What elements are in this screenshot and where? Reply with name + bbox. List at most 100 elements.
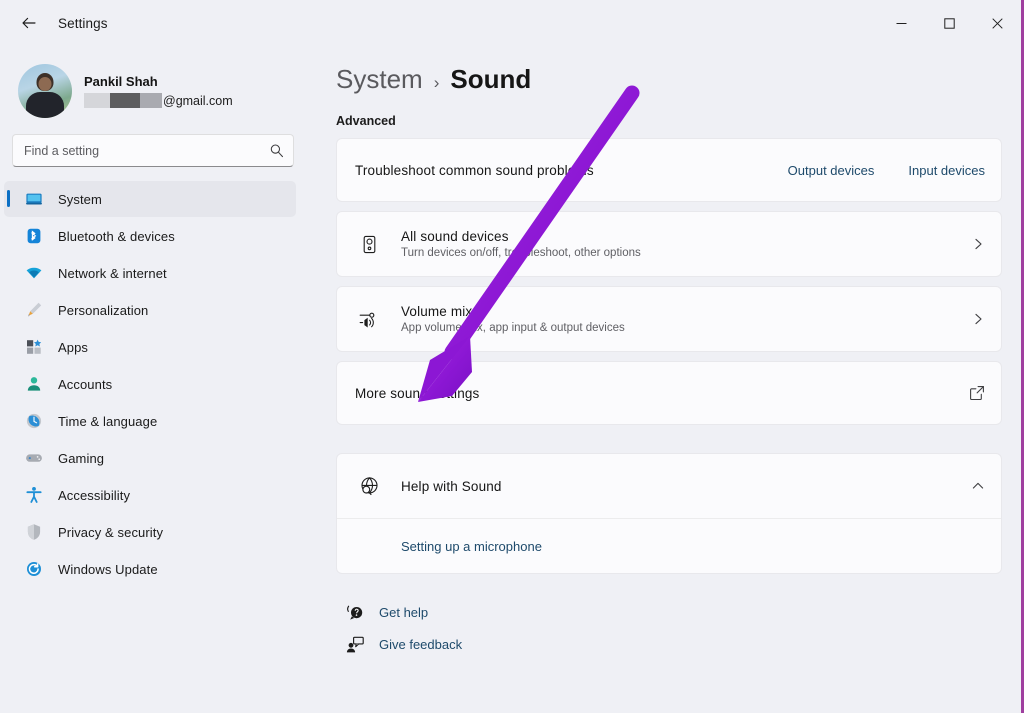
card-more-sound-settings: More sound settings: [336, 361, 1002, 425]
footer-links: Get help Give feedback: [336, 596, 1002, 660]
give-feedback-label: Give feedback: [379, 636, 463, 652]
sidebar-item-label: Personalization: [58, 302, 149, 318]
profile-section[interactable]: Pankil Shah @gmail.com: [0, 46, 310, 122]
sidebar-item-privacy-security[interactable]: Privacy & security: [4, 514, 296, 550]
paintbrush-icon: [24, 300, 44, 320]
search-input[interactable]: [13, 143, 293, 158]
close-button[interactable]: [973, 0, 1021, 46]
row-troubleshoot: Troubleshoot common sound problems Outpu…: [337, 139, 1001, 201]
title-bar: Settings: [0, 0, 1021, 46]
email-redaction-block: [110, 93, 140, 108]
input-devices-link[interactable]: Input devices: [908, 163, 985, 178]
volume-mixer-icon: [355, 308, 383, 331]
sidebar-item-accessibility[interactable]: Accessibility: [4, 477, 296, 513]
profile-name: Pankil Shah: [84, 74, 158, 89]
sidebar-item-label: System: [58, 191, 102, 207]
sidebar-item-label: Windows Update: [58, 561, 158, 577]
sidebar-item-label: Gaming: [58, 450, 105, 466]
wifi-icon: [24, 263, 44, 283]
sidebar-item-label: Privacy & security: [58, 524, 164, 540]
search-box[interactable]: [12, 134, 294, 167]
minimize-button[interactable]: [877, 0, 925, 46]
volume-mixer-subtitle: App volume mix, app input & output devic…: [401, 322, 625, 334]
sidebar-item-windows-update[interactable]: Windows Update: [4, 551, 296, 587]
row-more-sound-settings[interactable]: More sound settings: [337, 362, 1001, 424]
clock-globe-icon: [24, 411, 44, 431]
sidebar: Pankil Shah @gmail.com Find a setting Sy…: [0, 46, 310, 713]
email-redaction-block: [84, 93, 110, 108]
all-sound-devices-title: All sound devices: [401, 229, 509, 244]
app-title: Settings: [58, 15, 108, 31]
gamepad-icon: [24, 448, 44, 468]
profile-email: @gmail.com: [84, 93, 233, 108]
troubleshoot-links: Output devices Input devices: [788, 163, 985, 178]
setting-up-a-microphone-link[interactable]: Setting up a microphone: [401, 539, 542, 554]
card-troubleshoot: Troubleshoot common sound problems Outpu…: [336, 138, 1002, 202]
get-help-label: Get help: [379, 604, 429, 620]
avatar: [18, 64, 72, 118]
troubleshoot-title: Troubleshoot common sound problems: [355, 162, 594, 178]
sidebar-item-bluetooth-devices[interactable]: Bluetooth & devices: [4, 218, 296, 254]
sidebar-item-time-language[interactable]: Time & language: [4, 403, 296, 439]
volume-mixer-title: Volume mixer: [401, 304, 485, 319]
sidebar-item-system[interactable]: System: [4, 181, 296, 217]
speaker-icon: [355, 234, 383, 255]
card-help-with-sound: Help with Sound Setting up a microphone: [336, 453, 1002, 574]
breadcrumb-parent[interactable]: System: [336, 64, 423, 95]
chevron-right-icon: [971, 237, 985, 251]
card-all-sound-devices: All sound devices Turn devices on/off, t…: [336, 211, 1002, 277]
sidebar-item-label: Accessibility: [58, 487, 131, 503]
back-arrow-icon: [20, 14, 38, 32]
sidebar-item-gaming[interactable]: Gaming: [4, 440, 296, 476]
shield-icon: [24, 522, 44, 542]
section-header-advanced: Advanced: [336, 114, 396, 128]
external-link-icon: [969, 385, 985, 401]
sidebar-nav: System Bluetooth & devices Network & int…: [0, 181, 310, 587]
email-domain: @gmail.com: [163, 93, 233, 108]
maximize-button[interactable]: [925, 0, 973, 46]
sidebar-item-label: Time & language: [58, 413, 158, 429]
profile-text: Pankil Shah @gmail.com: [84, 74, 233, 108]
row-volume-mixer[interactable]: Volume mixer App volume mix, app input &…: [337, 287, 1001, 351]
bluetooth-icon: [24, 226, 44, 246]
sidebar-item-apps[interactable]: Apps: [4, 329, 296, 365]
back-button[interactable]: [12, 7, 46, 39]
help-sub-row: Setting up a microphone: [337, 518, 1001, 573]
row-help-with-sound[interactable]: Help with Sound: [337, 454, 1001, 518]
apps-icon: [24, 337, 44, 357]
sidebar-item-accounts[interactable]: Accounts: [4, 366, 296, 402]
output-devices-link[interactable]: Output devices: [788, 163, 875, 178]
breadcrumb-separator-icon: ›: [433, 73, 440, 92]
search-icon: [269, 143, 284, 163]
sidebar-item-label: Bluetooth & devices: [58, 228, 175, 244]
all-sound-devices-subtitle: Turn devices on/off, troubleshoot, other…: [401, 247, 641, 259]
breadcrumb: System › Sound: [336, 58, 1002, 95]
globe-search-icon: [355, 475, 383, 498]
page-title: Sound: [450, 64, 532, 94]
sidebar-item-personalization[interactable]: Personalization: [4, 292, 296, 328]
window-controls: [877, 0, 1021, 46]
feedback-person-icon: [344, 635, 366, 654]
person-icon: [24, 374, 44, 394]
accessibility-icon: [24, 485, 44, 505]
monitor-icon: [24, 189, 44, 209]
sidebar-item-label: Accounts: [58, 376, 113, 392]
sidebar-item-label: Network & internet: [58, 265, 167, 281]
chevron-up-icon[interactable]: [971, 479, 985, 493]
help-texts: Help with Sound: [401, 479, 502, 494]
update-icon: [24, 559, 44, 579]
more-sound-settings-title: More sound settings: [355, 385, 480, 401]
row-all-sound-devices[interactable]: All sound devices Turn devices on/off, t…: [337, 212, 1001, 276]
volume-mixer-texts: Volume mixer App volume mix, app input &…: [401, 304, 625, 334]
chevron-right-icon: [971, 312, 985, 326]
sidebar-item-label: Apps: [58, 339, 89, 355]
help-bubble-icon: [344, 603, 366, 622]
content-area: System › Sound Advanced Troubleshoot com…: [310, 46, 1018, 713]
give-feedback-row[interactable]: Give feedback: [344, 628, 1002, 660]
sidebar-item-network-internet[interactable]: Network & internet: [4, 255, 296, 291]
search-section: [0, 122, 310, 167]
card-volume-mixer: Volume mixer App volume mix, app input &…: [336, 286, 1002, 352]
email-redaction-block: [140, 93, 162, 108]
get-help-row[interactable]: Get help: [344, 596, 1002, 628]
settings-window: Settings Pankil Shah @gmail.com Find a s…: [0, 0, 1024, 713]
